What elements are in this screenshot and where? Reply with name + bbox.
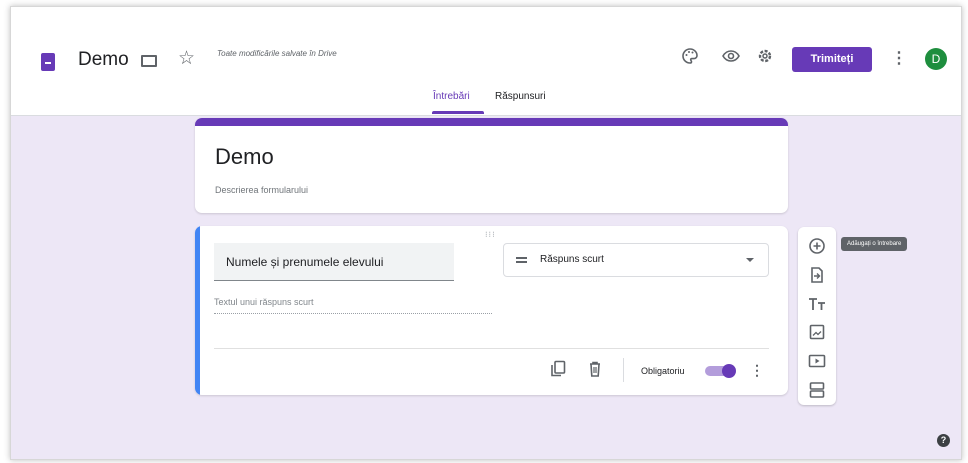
save-status: Toate modificările salvate în Drive — [217, 49, 337, 58]
add-title-icon[interactable] — [807, 294, 827, 314]
add-image-icon[interactable] — [807, 322, 827, 342]
active-question-bar — [195, 226, 200, 395]
import-questions-icon[interactable] — [807, 265, 827, 285]
delete-icon[interactable] — [587, 360, 603, 378]
send-button[interactable]: Trimiteți — [792, 47, 872, 72]
short-answer-icon — [516, 257, 527, 263]
forms-header: Demo ☆ Toate modificările salvate în Dri… — [11, 29, 961, 116]
help-icon[interactable]: ? — [937, 434, 950, 447]
tab-questions[interactable]: Întrebări — [433, 91, 470, 102]
form-title[interactable]: Demo — [215, 144, 274, 170]
palette-icon[interactable] — [679, 47, 701, 69]
settings-gear-icon[interactable] — [754, 47, 776, 69]
question-card[interactable]: ⁝⁝⁝ Numele și prenumele elevului Răspuns… — [195, 226, 788, 395]
add-question-icon[interactable] — [807, 236, 827, 256]
question-title: Numele și prenumele elevului — [226, 255, 384, 269]
question-title-input[interactable]: Numele și prenumele elevului — [214, 243, 454, 281]
required-label: Obligatoriu — [641, 366, 685, 376]
form-description[interactable]: Descrierea formularului — [215, 185, 308, 195]
required-toggle[interactable] — [705, 364, 737, 378]
tab-responses[interactable]: Răspunsuri — [495, 91, 546, 102]
footer-separator — [623, 358, 624, 382]
form-title-card[interactable]: Demo Descrierea formularului — [195, 118, 788, 213]
title-card-accent-bar — [195, 118, 788, 126]
short-answer-placeholder: Textul unui răspuns scurt — [214, 297, 314, 307]
duplicate-icon[interactable] — [550, 360, 566, 378]
folder-icon[interactable] — [141, 55, 157, 67]
more-vert-icon[interactable]: ⋮ — [889, 47, 909, 71]
avatar[interactable]: D — [925, 48, 947, 70]
preview-eye-icon[interactable] — [720, 47, 742, 69]
dropdown-caret-icon — [746, 258, 754, 262]
drag-handle-icon[interactable]: ⁝⁝⁝ — [485, 230, 496, 239]
add-question-tooltip: Adăugați o întrebare — [841, 237, 908, 251]
star-icon[interactable]: ☆ — [178, 47, 195, 70]
add-video-icon[interactable] — [807, 351, 827, 371]
add-section-icon[interactable] — [807, 380, 827, 400]
toggle-knob — [722, 364, 736, 378]
app-window: Demo ☆ Toate modificările salvate în Dri… — [10, 6, 962, 460]
active-tab-indicator — [432, 111, 484, 114]
question-type-select[interactable]: Răspuns scurt — [503, 243, 769, 277]
answer-underline — [214, 313, 492, 314]
question-footer-divider — [214, 348, 769, 349]
browser-top-strip — [11, 7, 961, 30]
form-doc-icon[interactable] — [41, 53, 55, 71]
question-more-icon[interactable]: ⋮ — [750, 360, 764, 380]
form-name[interactable]: Demo — [78, 49, 129, 71]
floating-toolbar — [798, 227, 836, 405]
question-type-label: Răspuns scurt — [540, 254, 604, 265]
